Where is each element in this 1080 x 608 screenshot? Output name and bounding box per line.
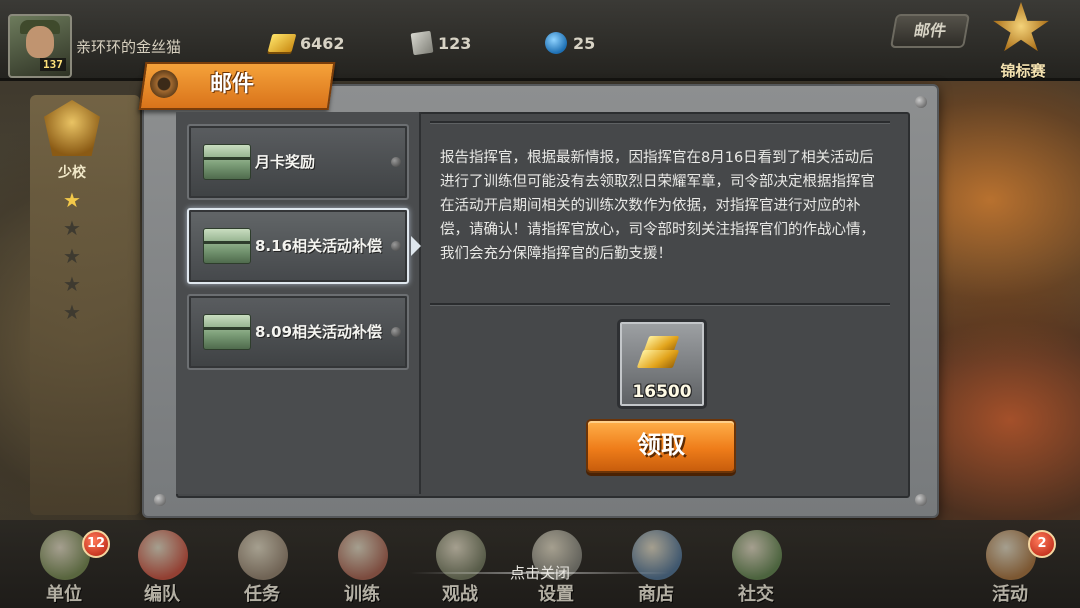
- nav-item-8[interactable]: 活动 2: [970, 530, 1056, 608]
- rivet-icon: [391, 157, 401, 167]
- nav-label: 商店: [638, 584, 674, 605]
- mail-tab-button[interactable]: 邮件: [890, 14, 970, 48]
- medal-value: 123: [438, 33, 472, 53]
- mail-item-label: 8.16相关活动补偿: [255, 237, 383, 255]
- rank-panel: 少校 ★ ★ ★ ★ ★: [36, 100, 108, 322]
- rank-badge-icon: [44, 100, 100, 156]
- divider: [430, 303, 890, 306]
- tournament-star-icon: [993, 2, 1049, 52]
- divider: [430, 121, 890, 124]
- bullet-hole-icon: [150, 70, 178, 98]
- nav-item-6[interactable]: 商店: [616, 530, 696, 608]
- gem-icon: [545, 32, 567, 54]
- rank-star-icon: ★: [63, 188, 81, 212]
- mail-item-label: 月卡奖励: [255, 153, 316, 171]
- notification-badge: 12: [82, 530, 110, 558]
- close-hint[interactable]: 点击关闭: [490, 562, 590, 583]
- nav-item-3[interactable]: 训练: [322, 530, 402, 608]
- reward-amount: 16500: [632, 382, 692, 402]
- mail-item-816-compensation[interactable]: 8.16相关活动补偿: [187, 208, 421, 284]
- nav-label: 社交: [738, 584, 774, 605]
- rank-star-icon: ★: [63, 300, 81, 324]
- mail-item-monthly-card[interactable]: 月卡奖励: [187, 124, 409, 200]
- rivet-icon: [915, 96, 927, 108]
- chest-icon: [203, 144, 251, 180]
- nav-icon: [732, 530, 782, 580]
- nav-item-1[interactable]: 编队: [122, 530, 202, 608]
- claim-button[interactable]: 领取: [586, 419, 736, 473]
- medal-resource[interactable]: 123: [410, 30, 472, 56]
- nav-label: 设置: [538, 584, 574, 605]
- nav-label: 编队: [144, 584, 180, 605]
- nav-icon: [238, 530, 288, 580]
- tournament-label: 锦标赛: [1000, 62, 1046, 80]
- selected-arrow-icon: [411, 236, 421, 256]
- nav-item-0[interactable]: 单位 12: [24, 530, 110, 608]
- rank-star-icon: ★: [63, 244, 81, 268]
- player-name: 亲环环的金丝猫: [76, 38, 182, 56]
- gold-bars-icon: [636, 350, 680, 368]
- medal-icon: [410, 30, 434, 56]
- avatar-face: [26, 26, 54, 58]
- rank-star-icon: ★: [63, 216, 81, 240]
- rivet-icon: [154, 494, 166, 506]
- nav-label: 单位: [46, 584, 82, 605]
- mail-item-809-compensation[interactable]: 8.09相关活动补偿: [187, 294, 409, 370]
- gem-resource[interactable]: 25: [545, 30, 595, 56]
- rivet-icon: [391, 241, 401, 251]
- nav-label: 观战: [442, 584, 478, 605]
- player-level: 137: [40, 58, 66, 71]
- nav-icon: [138, 530, 188, 580]
- gem-value: 25: [573, 33, 596, 53]
- nav-item-2[interactable]: 任务: [222, 530, 302, 608]
- nav-label: 任务: [244, 584, 280, 605]
- gold-icon: [267, 34, 297, 52]
- nav-label: 活动: [992, 584, 1028, 605]
- gold-resource[interactable]: 6462: [267, 30, 345, 56]
- rivet-icon: [391, 327, 401, 337]
- tournament-button[interactable]: 锦标赛: [972, 2, 1072, 82]
- gold-value: 6462: [300, 33, 345, 53]
- rank-stars: ★ ★ ★ ★ ★: [36, 190, 108, 322]
- notification-badge: 2: [1028, 530, 1056, 558]
- rank-title: 少校: [58, 165, 86, 181]
- reward-item: 16500: [617, 319, 707, 409]
- dialog-title: 邮件: [210, 72, 255, 97]
- rivet-icon: [915, 494, 927, 506]
- nav-item-7[interactable]: 社交: [716, 530, 796, 608]
- chest-icon: [203, 314, 251, 350]
- mail-item-label: 8.09相关活动补偿: [255, 323, 383, 341]
- mail-message: 报告指挥官，根据最新情报，因指挥官在8月16日看到了相关活动后进行了训练但可能没…: [440, 150, 875, 262]
- nav-item-4[interactable]: 观战: [420, 530, 500, 608]
- chest-icon: [203, 228, 251, 264]
- nav-label: 训练: [344, 584, 380, 605]
- rank-star-icon: ★: [63, 272, 81, 296]
- nav-icon: [338, 530, 388, 580]
